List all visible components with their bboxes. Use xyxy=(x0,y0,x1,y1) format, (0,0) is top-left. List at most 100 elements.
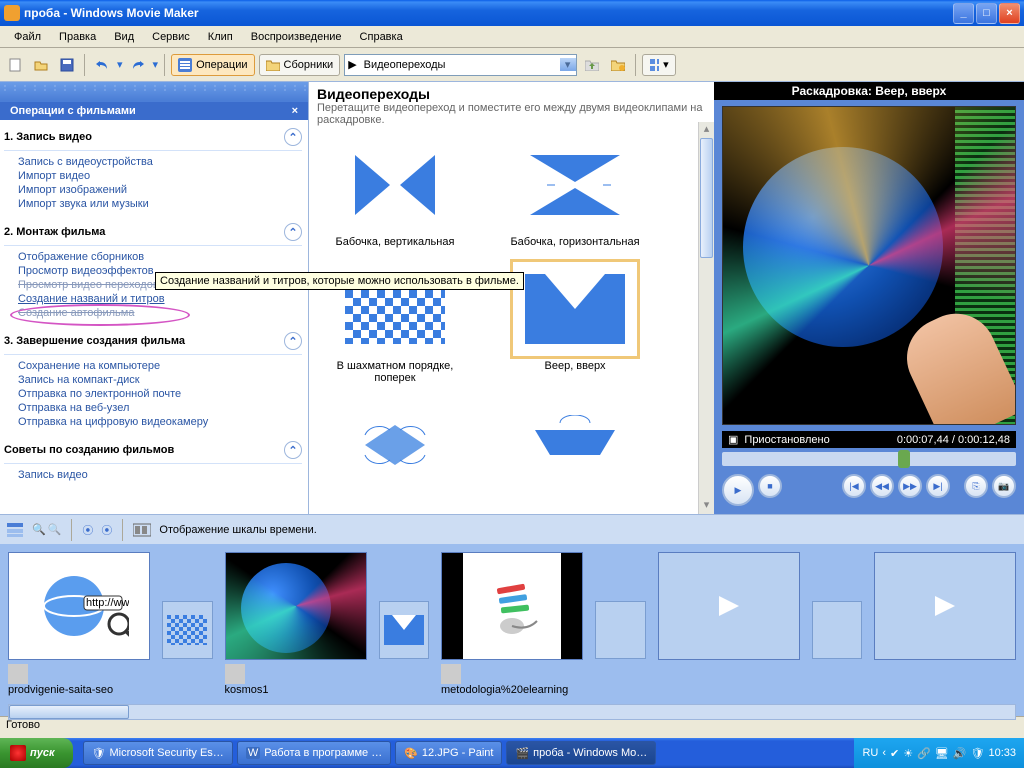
tasks-close-icon[interactable]: × xyxy=(292,105,298,117)
forward-button[interactable]: ▶▶ xyxy=(898,474,922,498)
menu-help[interactable]: Справка xyxy=(352,29,411,45)
collapse-icon[interactable]: ⌃ xyxy=(284,332,302,350)
menu-clip[interactable]: Клип xyxy=(200,29,241,45)
redo-button[interactable] xyxy=(127,54,149,76)
start-button[interactable]: пуск xyxy=(0,738,73,768)
transition-item[interactable] xyxy=(505,400,645,496)
tray-icon[interactable]: 🔗 xyxy=(917,747,931,760)
newfolder-button[interactable] xyxy=(607,54,629,76)
transition-item[interactable]: Бабочка, горизонтальная xyxy=(505,140,645,248)
clip-label: kosmos1 xyxy=(225,684,367,696)
clock[interactable]: 10:33 xyxy=(988,747,1016,759)
stop-button[interactable]: ■ xyxy=(758,474,782,498)
task-send-web[interactable]: Отправка на веб-узел xyxy=(18,401,302,415)
tasks-pane: Операции с фильмами× 1. Запись видео⌃ За… xyxy=(0,82,308,514)
tray-icon[interactable]: 🔊 xyxy=(953,747,967,760)
transition-item-selected[interactable]: Веер, вверх xyxy=(505,264,645,384)
zoom-out-icon[interactable]: 🔍 xyxy=(48,523,62,536)
tray-icon[interactable]: ☀ xyxy=(903,747,913,760)
tray-expand-icon[interactable]: ‹ xyxy=(882,747,886,759)
tip-capture[interactable]: Запись видео xyxy=(18,468,302,482)
effects-icon[interactable] xyxy=(441,664,461,684)
play-button[interactable]: ▶ xyxy=(722,474,754,506)
tray-icon[interactable]: ✔ xyxy=(890,747,899,760)
menu-view[interactable]: Вид xyxy=(106,29,142,45)
task-save-computer[interactable]: Сохранение на компьютере xyxy=(18,359,302,373)
preview-screen xyxy=(722,106,1016,425)
scrollbar[interactable]: ▴ ▾ xyxy=(698,122,714,514)
tray-icon[interactable]: 🖥 xyxy=(935,747,949,760)
task-import-audio[interactable]: Импорт звука или музыки xyxy=(18,197,302,211)
view-button[interactable]: ▾ xyxy=(642,54,676,76)
menu-tools[interactable]: Сервис xyxy=(144,29,198,45)
snapshot-button[interactable]: 📷 xyxy=(992,474,1016,498)
task-send-dv[interactable]: Отправка на цифровую видеокамеру xyxy=(18,415,302,429)
section-tips[interactable]: Советы по созданию фильмов⌃ xyxy=(4,437,302,464)
clip-label: prodvigenie-saita-seo xyxy=(8,684,150,696)
next-button[interactable]: ▶| xyxy=(926,474,950,498)
task-titles[interactable]: Создание названий и титров xyxy=(18,292,302,306)
task-import-pic[interactable]: Импорт изображений xyxy=(18,183,302,197)
taskbar-item-active[interactable]: 🎬проба - Windows Mo… xyxy=(506,741,656,765)
collections-button[interactable]: Сборники xyxy=(259,54,341,76)
system-tray[interactable]: RU ‹ ✔ ☀ 🔗 🖥 🔊 🛡 10:33 xyxy=(854,738,1024,768)
clip-empty[interactable] xyxy=(874,552,1016,660)
split-button[interactable]: ⎘ xyxy=(964,474,988,498)
tasks-button[interactable]: Операции xyxy=(171,54,254,76)
menu-play[interactable]: Воспроизведение xyxy=(243,29,350,45)
transition-slot[interactable] xyxy=(162,601,213,659)
task-capture-device[interactable]: Запись с видеоустройства xyxy=(18,155,302,169)
storyboard-scrollbar[interactable] xyxy=(8,704,1016,720)
tray-icon[interactable]: 🛡 xyxy=(971,747,985,760)
task-show-collections[interactable]: Отображение сборников xyxy=(18,250,302,264)
play-timeline-icon[interactable]: ⦿ xyxy=(101,522,112,538)
lang-indicator[interactable]: RU xyxy=(862,747,878,759)
save-button[interactable] xyxy=(56,54,78,76)
transition-item[interactable]: Бабочка, вертикальная xyxy=(325,140,465,248)
seek-bar[interactable] xyxy=(722,452,1016,466)
collapse-icon[interactable]: ⌃ xyxy=(284,128,302,146)
storyboard-icon[interactable] xyxy=(133,521,151,539)
location-combo[interactable]: ▶ ▾ xyxy=(344,54,576,76)
prev-button[interactable]: |◀ xyxy=(842,474,866,498)
timeline-toggle-icon[interactable] xyxy=(6,521,24,539)
location-input[interactable] xyxy=(360,55,560,75)
task-automovie[interactable]: Создание автофильма xyxy=(18,306,302,320)
up-button[interactable] xyxy=(581,54,603,76)
menu-file[interactable]: Файл xyxy=(6,29,49,45)
section-finish[interactable]: 3. Завершение создания фильма⌃ xyxy=(4,328,302,355)
task-save-cd[interactable]: Запись на компакт-диск xyxy=(18,373,302,387)
minimize-button[interactable]: _ xyxy=(953,3,974,24)
zoom-in-icon[interactable]: 🔍 xyxy=(32,523,46,536)
transition-slot[interactable] xyxy=(379,601,430,659)
clip-thumb[interactable] xyxy=(441,552,583,660)
collapse-icon[interactable]: ⌃ xyxy=(284,223,302,241)
task-send-email[interactable]: Отправка по электронной почте xyxy=(18,387,302,401)
transition-slot-empty[interactable] xyxy=(812,601,863,659)
combo-dropdown-icon[interactable]: ▾ xyxy=(560,58,576,71)
taskbar-item[interactable]: 🎨12.JPG - Paint xyxy=(395,741,502,765)
menu-edit[interactable]: Правка xyxy=(51,29,104,45)
section-capture[interactable]: 1. Запись видео⌃ xyxy=(4,124,302,151)
svg-text:http://www.: http://www. xyxy=(86,597,129,609)
task-import-video[interactable]: Импорт видео xyxy=(18,169,302,183)
effects-icon[interactable] xyxy=(8,664,28,684)
open-button[interactable] xyxy=(30,54,52,76)
close-button[interactable]: × xyxy=(999,3,1020,24)
rewind-icon[interactable]: ⦿ xyxy=(82,522,93,538)
transition-item[interactable] xyxy=(325,400,465,496)
effects-icon[interactable] xyxy=(225,664,245,684)
maximize-button[interactable]: □ xyxy=(976,3,997,24)
undo-button[interactable] xyxy=(91,54,113,76)
clip-thumb[interactable]: http://www. xyxy=(8,552,150,660)
storyboard[interactable]: http://www. prodvigenie-saita-seo kosmos… xyxy=(0,544,1024,716)
clip-empty[interactable] xyxy=(658,552,800,660)
collapse-icon[interactable]: ⌃ xyxy=(284,441,302,459)
transition-slot-empty[interactable] xyxy=(595,601,646,659)
rewind-button[interactable]: ◀◀ xyxy=(870,474,894,498)
clip-thumb[interactable] xyxy=(225,552,367,660)
taskbar-item[interactable]: 🛡Microsoft Security Es… xyxy=(83,741,233,765)
section-edit[interactable]: 2. Монтаж фильма⌃ xyxy=(4,219,302,246)
taskbar-item[interactable]: WРабота в программе … xyxy=(237,741,391,765)
new-button[interactable] xyxy=(4,54,26,76)
